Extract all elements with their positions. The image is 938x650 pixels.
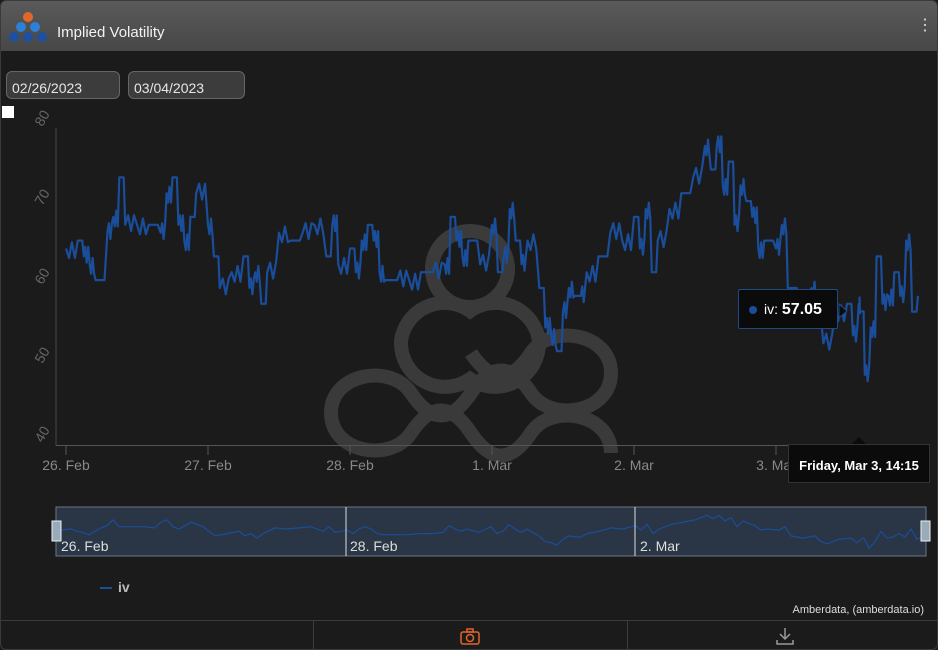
- y-tick-label: 60: [31, 265, 53, 287]
- y-tick-label: 50: [31, 344, 53, 366]
- credits-link[interactable]: Amberdata, (amberdata.io): [793, 604, 924, 616]
- chart-widget: Implied Volatility ⋮ 02/26/2023 03/04/20…: [0, 0, 938, 650]
- x-tick-label: 26. Feb: [42, 457, 90, 473]
- x-tick-label: 28. Feb: [326, 457, 374, 473]
- navigator-label: 2. Mar: [640, 538, 680, 554]
- x-axis-tooltip: Friday, Mar 3, 14:15: [788, 444, 930, 483]
- xtip-pointer: [852, 437, 866, 444]
- download-button[interactable]: [629, 621, 937, 649]
- legend-line-icon: [100, 587, 112, 590]
- series-tooltip: iv: 57.05: [738, 289, 838, 329]
- x-tick-label: 2. Mar: [614, 457, 654, 473]
- tooltip-series-dot: [749, 306, 757, 314]
- screenshot-button[interactable]: [315, 621, 628, 649]
- navigator-label: 26. Feb: [61, 538, 109, 554]
- footer-blank-button: [1, 621, 314, 649]
- widget-footer: [1, 620, 937, 649]
- navigator-handle-right[interactable]: [920, 520, 931, 542]
- y-tick-label: 80: [31, 107, 53, 129]
- navigator-handle-left[interactable]: [51, 520, 62, 542]
- legend-item-iv[interactable]: iv: [100, 579, 130, 595]
- series-line-iv[interactable]: [64, 135, 920, 383]
- tooltip-series-name: iv: [764, 301, 775, 317]
- y-tick-label: 70: [31, 186, 53, 208]
- y-tick-label: 40: [31, 423, 53, 445]
- navigator-mask[interactable]: [55, 506, 927, 557]
- x-tick-label: 1. Mar: [472, 457, 512, 473]
- navigator-label: 28. Feb: [350, 538, 398, 554]
- legend-label: iv: [118, 579, 130, 595]
- tooltip-value: 57.05: [781, 301, 822, 318]
- watermark-logo: [324, 224, 619, 463]
- x-tick-label: 27. Feb: [184, 457, 232, 473]
